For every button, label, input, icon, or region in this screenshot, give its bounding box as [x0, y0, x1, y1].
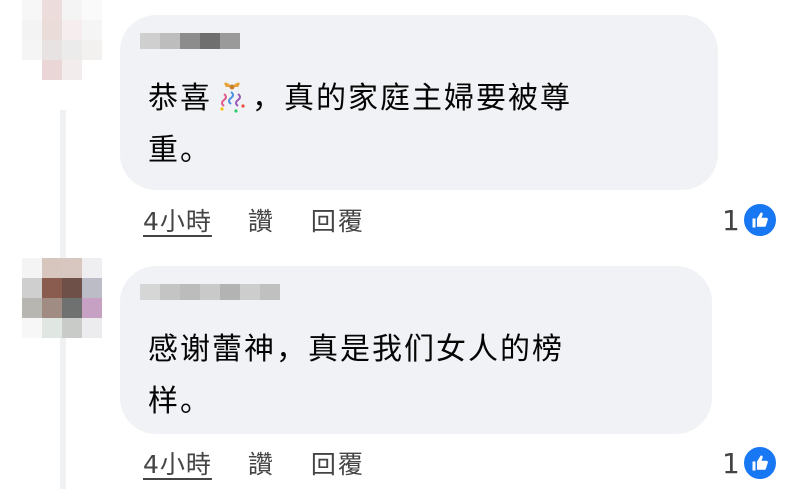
reaction-count: 1 [722, 446, 740, 480]
comment-text: 感谢蕾神，真是我们女人的榜 样。 [148, 332, 564, 419]
reaction-summary[interactable]: 1 [722, 443, 778, 483]
like-button[interactable]: 讚 [248, 202, 275, 238]
comment-text: 恭喜 ，真的家庭主婦要被尊 重。 [148, 73, 698, 177]
like-button[interactable]: 讚 [248, 445, 275, 481]
timestamp-link[interactable]: 4小時 [143, 202, 212, 238]
avatar[interactable] [22, 258, 102, 338]
reply-button[interactable]: 回覆 [311, 445, 365, 481]
reaction-count: 1 [722, 203, 740, 237]
reaction-summary[interactable]: 1 [722, 200, 778, 240]
avatar[interactable] [22, 0, 102, 80]
timestamp-link[interactable]: 4小時 [143, 445, 212, 481]
thumbs-up-icon [741, 445, 778, 481]
comment-bubble: 感谢蕾神，真是我们女人的榜 样。 [120, 266, 712, 434]
commenter-name-redacted[interactable] [140, 276, 280, 308]
reply-button[interactable]: 回覆 [311, 202, 365, 238]
confetti-icon [214, 78, 250, 114]
thumbs-up-icon [741, 202, 778, 238]
comment-actions: 4小時 讚 回覆 [143, 443, 401, 483]
comment-bubble: 恭喜 ，真的家庭主婦要被尊 重。 [120, 15, 718, 190]
comment-actions: 4小時 讚 回覆 [143, 200, 401, 240]
commenter-name-redacted[interactable] [140, 25, 240, 57]
